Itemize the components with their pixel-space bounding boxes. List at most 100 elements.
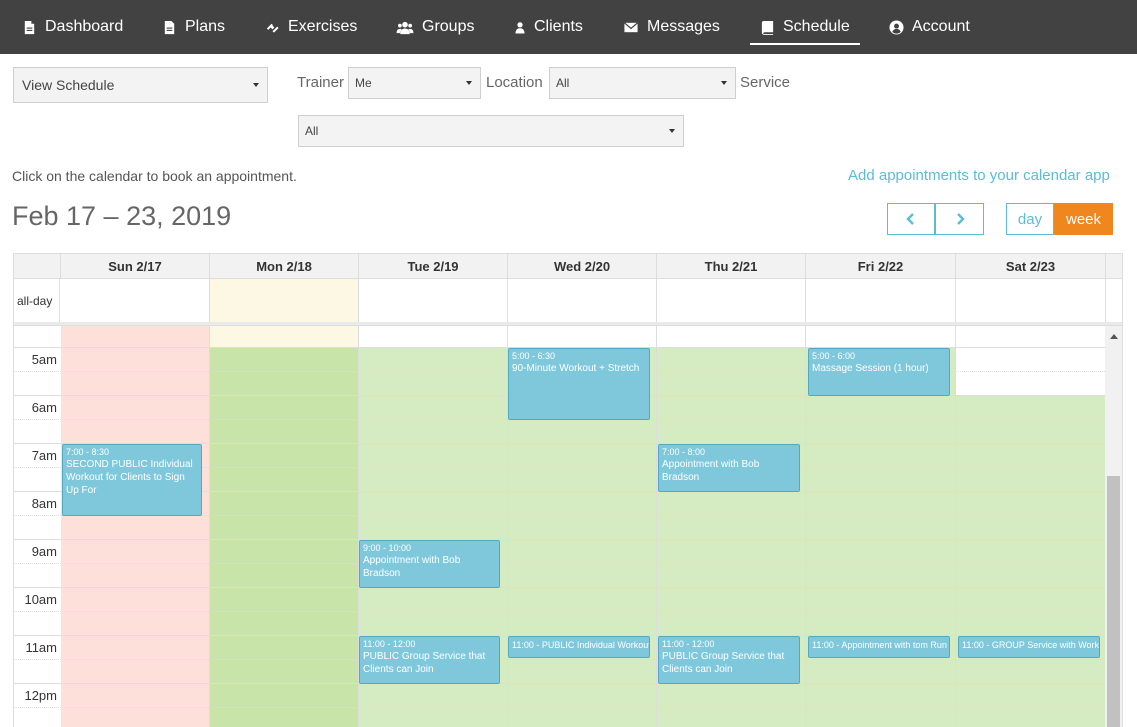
page-title: Feb 17 – 23, 2019 — [12, 201, 232, 231]
user-icon — [515, 21, 525, 33]
day-header-sun: Sun 2/17 — [61, 254, 210, 279]
day-header-wed: Wed 2/20 — [508, 254, 657, 279]
event-title: Appointment with tom Run — [841, 640, 947, 650]
day-column-sun[interactable] — [61, 326, 210, 727]
event-fri-massage-session[interactable]: 5:00 - 6:00 Massage Session (1 hour) — [808, 348, 950, 396]
event-sat-group-service[interactable]: 11:00 - GROUP Service with Work — [958, 636, 1100, 658]
event-separator: - — [983, 640, 992, 650]
event-title: PUBLIC Group Service that Clients can Jo… — [662, 651, 785, 675]
calendar-scrollbar-thumb[interactable] — [1107, 476, 1120, 727]
event-time: 11:00 — [812, 640, 834, 650]
allday-cell-wed[interactable] — [508, 279, 657, 322]
nav-account[interactable]: Account — [889, 0, 970, 54]
location-label: Location — [486, 74, 543, 91]
nav-schedule-label: Schedule — [783, 18, 850, 35]
calendar-app-link[interactable]: Add appointments to your calendar app — [848, 167, 1110, 184]
event-title: 90-Minute Workout + Stretch — [512, 363, 640, 374]
account-circle-icon — [889, 19, 904, 35]
chevron-down-icon — [721, 81, 727, 85]
nav-plans[interactable]: Plans — [162, 0, 225, 54]
view-select[interactable]: View Schedule — [13, 67, 268, 103]
allday-label: all-day — [14, 279, 60, 322]
day-view-button[interactable]: day — [1006, 203, 1054, 235]
event-time: 11:00 - 12:00 — [363, 639, 416, 649]
grid-line — [14, 563, 1105, 564]
next-week-button[interactable] — [935, 203, 984, 235]
document-icon — [164, 20, 175, 34]
event-time: 11:00 - 12:00 — [662, 639, 715, 649]
day-header-mon: Mon 2/18 — [210, 254, 359, 279]
service-select[interactable]: All — [298, 115, 684, 147]
dumbbell-icon — [266, 23, 279, 33]
event-sun-second-public-workout[interactable]: 7:00 - 8:30 SECOND PUBLIC Individual Wor… — [62, 444, 202, 516]
grid-line — [14, 659, 1105, 660]
nav-messages[interactable]: Messages — [623, 0, 720, 54]
chevron-down-icon — [253, 83, 259, 87]
grid-line — [14, 587, 1105, 588]
event-wed-public-individual-workout[interactable]: 11:00 - PUBLIC Individual Workout — [508, 636, 650, 658]
service-select-value: All — [305, 124, 319, 138]
nav-account-label: Account — [912, 18, 970, 35]
time-label-10am: 10am — [24, 592, 57, 607]
allday-cell-sun[interactable] — [61, 279, 210, 322]
grid-line — [14, 611, 1105, 612]
nav-groups[interactable]: Groups — [396, 0, 474, 54]
scroll-up-icon[interactable] — [1110, 334, 1118, 339]
allday-cell-tue[interactable] — [359, 279, 508, 322]
day-header-sat: Sat 2/23 — [956, 254, 1106, 279]
event-thu-appointment-bob[interactable]: 7:00 - 8:00 Appointment with Bob Bradson — [658, 444, 800, 492]
users-icon — [396, 21, 414, 34]
allday-cell-mon[interactable] — [210, 279, 359, 322]
location-select[interactable]: All — [549, 67, 736, 99]
event-tue-public-group-service[interactable]: 11:00 - 12:00 PUBLIC Group Service that … — [359, 636, 500, 684]
event-wed-90-minute-workout[interactable]: 5:00 - 6:30 90-Minute Workout + Stretch — [508, 348, 650, 420]
nav-clients-label: Clients — [534, 18, 583, 35]
trainer-label: Trainer — [297, 74, 344, 91]
time-label-9am: 9am — [31, 544, 57, 559]
event-thu-public-group-service[interactable]: 11:00 - 12:00 PUBLIC Group Service that … — [658, 636, 800, 684]
allday-cell-thu[interactable] — [657, 279, 806, 322]
event-tue-appointment-bob[interactable]: 9:00 - 10:00 Appointment with Bob Bradso… — [359, 540, 500, 588]
chevron-right-icon — [956, 213, 965, 225]
event-time: 11:00 — [512, 640, 534, 650]
day-column-sat[interactable] — [956, 326, 1106, 727]
top-nav: Dashboard Plans Exercises Groups Clients… — [0, 0, 1137, 54]
chevron-down-icon — [466, 81, 472, 85]
allday-cell-sat[interactable] — [956, 279, 1106, 322]
day-column-mon[interactable] — [210, 326, 359, 727]
prev-week-button[interactable] — [887, 203, 935, 235]
time-label-12pm: 12pm — [24, 688, 57, 703]
event-title: Appointment with Bob Bradson — [662, 459, 760, 483]
week-view-button[interactable]: week — [1054, 203, 1113, 235]
time-label-7am: 7am — [31, 448, 57, 463]
trainer-select-value: Me — [355, 76, 372, 90]
event-title: GROUP Service with Work — [991, 640, 1100, 650]
day-header-fri: Fri 2/22 — [806, 254, 956, 279]
booking-instruction: Click on the calendar to book an appoint… — [12, 168, 297, 184]
book-icon — [761, 20, 774, 35]
event-fri-appointment-tom[interactable]: 11:00 - Appointment with tom Run — [808, 636, 950, 658]
event-time: 7:00 - 8:30 — [66, 447, 110, 457]
event-time: 11:00 — [962, 640, 984, 650]
nav-schedule[interactable]: Schedule — [750, 0, 860, 54]
event-time: 7:00 - 8:00 — [662, 447, 706, 457]
grid-line — [14, 683, 1105, 684]
chevron-left-icon — [906, 213, 914, 225]
trainer-select[interactable]: Me — [348, 67, 481, 99]
nav-exercises-label: Exercises — [288, 18, 358, 35]
event-title: SECOND PUBLIC Individual Workout for Cli… — [66, 459, 193, 496]
day-header-tue: Tue 2/19 — [359, 254, 508, 279]
view-select-value: View Schedule — [22, 77, 115, 93]
grid-line — [14, 707, 1105, 708]
event-title: PUBLIC Group Service that Clients can Jo… — [363, 651, 486, 675]
nav-clients[interactable]: Clients — [514, 0, 583, 54]
nav-messages-label: Messages — [647, 18, 720, 35]
allday-cell-fri[interactable] — [806, 279, 956, 322]
time-label-6am: 6am — [31, 400, 57, 415]
header-scroll-gutter — [1106, 254, 1122, 279]
file-icon — [24, 20, 35, 34]
week-calendar: Sun 2/17 Mon 2/18 Tue 2/19 Wed 2/20 Thu … — [13, 253, 1123, 727]
nav-dashboard[interactable]: Dashboard — [22, 0, 123, 54]
nav-exercises[interactable]: Exercises — [265, 0, 357, 54]
grid-line — [14, 539, 1105, 540]
